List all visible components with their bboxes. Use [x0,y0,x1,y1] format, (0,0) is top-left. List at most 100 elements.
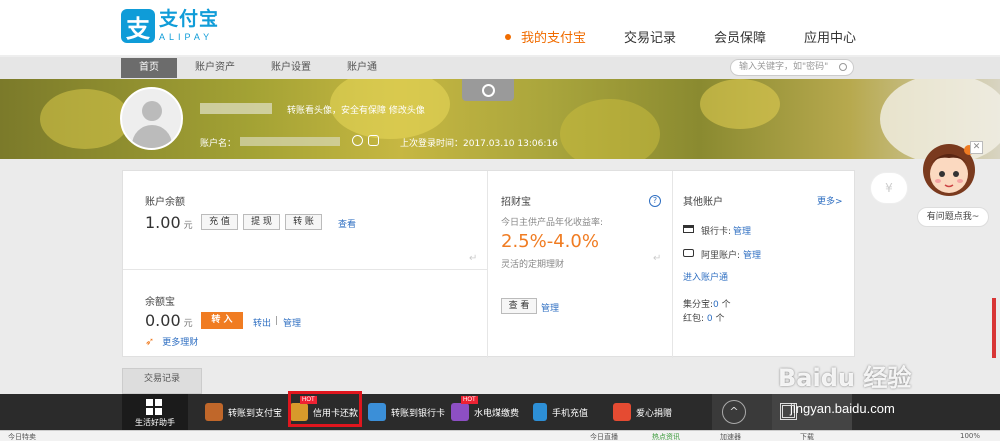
hongbao-unit: 个 [715,314,725,324]
search-input[interactable]: 输入关键字，如"密码" [730,59,854,76]
avatar-head-shape [142,101,162,121]
tab-transaction-records[interactable]: 交易记录 [122,368,202,394]
balance-unit: 元 [183,221,193,231]
jifenbao-label: 集分宝: [683,300,714,310]
status-item[interactable]: 下载 [800,432,814,441]
nav-app-center[interactable]: 应用中心 [804,27,856,46]
alipay-logo[interactable]: 支 支付宝 ALIPAY [121,9,219,43]
zhaocai-view-button[interactable]: 查 看 [501,298,537,314]
transfer-button[interactable]: 转 账 [285,214,322,230]
zhaocai-rate: 2.5%-4.0% [501,231,599,252]
balance-title: 账户余额 [145,197,185,208]
last-login-time: 上次登录时间：2017.03.10 13:06:16 [400,139,558,149]
alipay-window: 支 支付宝 ALIPAY 我的支付宝 交易记录 会员保障 应用中心 首页 账户资… [0,0,1000,441]
search-icon[interactable] [839,63,847,71]
nav-member-protection[interactable]: 会员保障 [714,27,766,46]
zhaocai-title: 招财宝 [501,197,531,208]
subnav-assets[interactable]: 账户资产 [177,58,253,78]
help-icon[interactable]: ? [649,195,661,207]
identity-icon[interactable] [352,135,363,146]
baidu-watermark: Baidu 经验 [778,364,912,392]
ali-account-manage-link[interactable]: 管理 [743,248,761,261]
recharge-button[interactable]: 充 值 [201,214,238,230]
highlight-box [288,391,362,427]
hongbao-label: 红包: [683,314,705,324]
blurred-username [200,103,272,114]
avatar-note[interactable]: 转账看头像，安全有保障 修改头像 [287,103,425,116]
status-item[interactable]: 热点资讯 [652,432,680,441]
tool-label: 转账到银行卡 [391,408,446,419]
avatar[interactable] [120,87,183,150]
tool-transfer-alipay[interactable]: 转账到支付宝 [205,394,282,430]
hongbao-value[interactable]: 0 [707,314,713,324]
logo-chinese-text: 支付宝 [159,8,220,30]
nav-my-alipay[interactable]: 我的支付宝 [505,27,586,46]
more-finance-label: 更多理财 [162,338,199,348]
nav-transactions[interactable]: 交易记录 [624,27,676,46]
tool-transfer-bank[interactable]: 转账到银行卡 [368,394,445,430]
top-header: 支 支付宝 ALIPAY 我的支付宝 交易记录 会员保障 应用中心 [0,0,1000,57]
tool-charity[interactable]: 爱心捐赠 [613,394,672,430]
hongbao-row: 红包: 0 个 [683,311,725,324]
heart-icon [613,403,631,421]
more-finance-link[interactable]: ➶ 更多理财 [145,335,198,348]
main-nav: 我的支付宝 交易记录 会员保障 应用中心 [505,27,894,46]
grid-icon [146,399,162,415]
rocket-icon: ➶ [145,335,155,348]
zhaocai-desc: 今日主供产品年化收益率: [501,218,604,228]
jifenbao-unit: 个 [721,300,731,310]
phone-icon[interactable] [368,135,379,146]
transfer-in-button[interactable]: 转 入 [201,312,243,329]
life-helper-button[interactable]: 生活好助手 [122,394,188,430]
bank-card-icon [683,225,694,233]
ask-question-button[interactable]: 有问题点我~ [917,207,989,227]
status-item[interactable]: 今日特卖 [8,432,36,441]
chevron-up-icon[interactable]: ^ [722,400,746,424]
logo-english-text: ALIPAY [159,32,214,42]
bank-card-label: 银行卡: [701,227,732,237]
jifenbao-value[interactable]: 0 [713,300,719,310]
mascot-close-icon[interactable]: ✕ [970,141,983,154]
divider [123,269,487,270]
alarm-tab[interactable] [462,79,514,101]
bank-transfer-icon [368,403,386,421]
subnav-settings[interactable]: 账户设置 [253,58,329,78]
link-separator: | [275,316,279,326]
status-item[interactable]: 加速器 [720,432,741,441]
blurred-account-name [240,137,340,146]
other-accounts-title: 其他账户 [683,197,723,208]
watermark-domain: jingyan.baidu.com [790,401,895,416]
view-balance-link[interactable]: 查看 [338,217,356,230]
toolbar-toggle[interactable]: ^ [712,394,772,430]
transfer-out-link[interactable]: 转出 [253,316,271,329]
return-icon[interactable]: ↵ [469,253,477,264]
active-dot-icon [505,33,511,40]
status-item[interactable]: 今日直播 [590,432,618,441]
ali-account-icon [683,249,694,257]
return-icon[interactable]: ↵ [653,253,661,264]
page-scroll-indicator[interactable] [992,298,996,358]
bank-card-manage-link[interactable]: 管理 [733,224,751,237]
other-accounts-more-link[interactable]: 更多> [817,194,843,207]
yen-tab[interactable]: ¥ [870,172,908,204]
yuebao-amount: 0.00 [145,311,181,330]
yuebao-manage-link[interactable]: 管理 [283,316,301,329]
enter-account-link[interactable]: 进入账户通 [683,270,728,283]
withdraw-button[interactable]: 提 现 [243,214,280,230]
wallet-icon [205,403,223,421]
divider [487,171,488,358]
subnav-home[interactable]: 首页 [121,58,177,78]
account-panel: 账户余额 1.00 元 充 值 提 现 转 账 查看 ↵ 余额宝 0.00 元 转 … [122,170,855,358]
zhaocai-manage-link[interactable]: 管理 [541,301,559,314]
subnav-account-link[interactable]: 账户通 [329,58,395,78]
tool-label: 转账到支付宝 [228,408,283,419]
jifenbao-row: 集分宝:0 个 [683,297,731,310]
tool-utility-bills[interactable]: HOT 水电煤缴费 [451,394,519,430]
utility-icon: HOT [451,396,478,421]
tool-mobile-topup[interactable]: 手机充值 [533,394,588,430]
yuebao-unit: 元 [183,319,193,329]
ali-account-label: 阿里账户: [701,251,741,261]
zhaocai-sub: 灵活的定期理财 [501,260,565,270]
tool-label: 爱心捐赠 [636,408,673,419]
zoom-level[interactable]: 100% [960,432,980,440]
